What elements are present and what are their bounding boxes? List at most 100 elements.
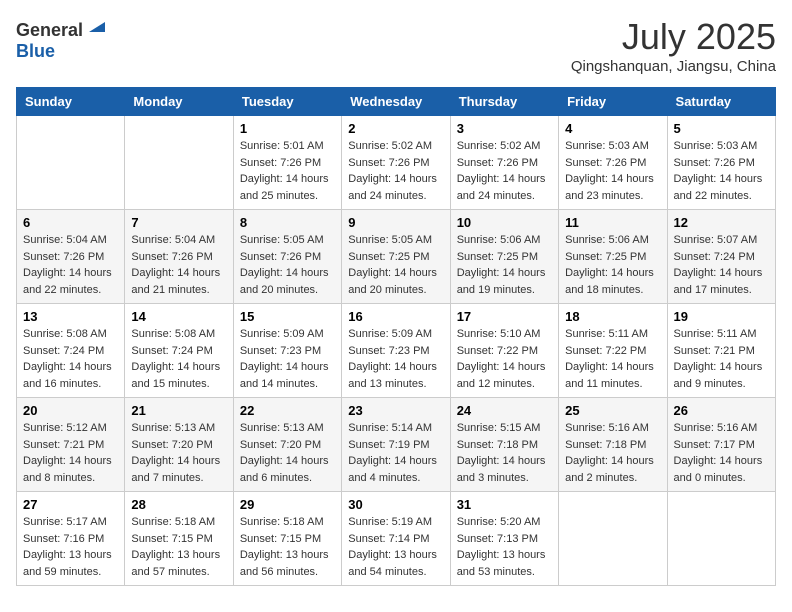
day-number: 31 bbox=[457, 497, 552, 512]
day-number: 29 bbox=[240, 497, 335, 512]
day-info: Sunrise: 5:13 AMSunset: 7:20 PMDaylight:… bbox=[240, 420, 335, 486]
day-number: 6 bbox=[23, 215, 118, 230]
day-number: 8 bbox=[240, 215, 335, 230]
day-info: Sunrise: 5:02 AMSunset: 7:26 PMDaylight:… bbox=[348, 138, 443, 204]
logo-text-general: General bbox=[16, 20, 83, 40]
day-cell: 25Sunrise: 5:16 AMSunset: 7:18 PMDayligh… bbox=[559, 398, 667, 492]
day-info: Sunrise: 5:11 AMSunset: 7:22 PMDaylight:… bbox=[565, 326, 660, 392]
day-cell: 30 Sunrise: 5:19 AMSunset: 7:14 PMDayligh… bbox=[342, 492, 450, 586]
day-cell: 3 Sunrise: 5:02 AMSunset: 7:26 PMDaylight… bbox=[450, 116, 558, 210]
day-info: Sunrise: 5:20 AMSunset: 7:13 PMDaylight:… bbox=[457, 514, 552, 580]
day-info: Sunrise: 5:09 AMSunset: 7:23 PMDaylight:… bbox=[348, 326, 443, 392]
day-number: 10 bbox=[457, 215, 552, 230]
day-number: 19 bbox=[674, 309, 769, 324]
day-cell: 22 Sunrise: 5:13 AMSunset: 7:20 PMDayligh… bbox=[233, 398, 341, 492]
day-cell: 14 Sunrise: 5:08 AMSunset: 7:24 PMDayligh… bbox=[125, 304, 233, 398]
day-number: 15 bbox=[240, 309, 335, 324]
day-cell: 4Sunrise: 5:03 AMSunset: 7:26 PMDaylight… bbox=[559, 116, 667, 210]
day-info: Sunrise: 5:04 AMSunset: 7:26 PMDaylight:… bbox=[131, 232, 226, 298]
day-number: 11 bbox=[565, 215, 660, 230]
day-info: Sunrise: 5:05 AMSunset: 7:26 PMDaylight:… bbox=[240, 232, 335, 298]
day-number: 27 bbox=[23, 497, 118, 512]
day-number: 24 bbox=[457, 403, 552, 418]
day-info: Sunrise: 5:06 AMSunset: 7:25 PMDaylight:… bbox=[565, 232, 660, 298]
day-number: 12 bbox=[674, 215, 769, 230]
day-number: 14 bbox=[131, 309, 226, 324]
day-cell: 11 Sunrise: 5:06 AMSunset: 7:25 PMDayligh… bbox=[559, 210, 667, 304]
day-number: 28 bbox=[131, 497, 226, 512]
day-cell: 28Sunrise: 5:18 AMSunset: 7:15 PMDayligh… bbox=[125, 492, 233, 586]
day-cell: 8 Sunrise: 5:05 AMSunset: 7:26 PMDaylight… bbox=[233, 210, 341, 304]
day-number: 21 bbox=[131, 403, 226, 418]
day-info: Sunrise: 5:03 AMSunset: 7:26 PMDaylight:… bbox=[565, 138, 660, 204]
day-cell: 5 Sunrise: 5:03 AMSunset: 7:26 PMDaylight… bbox=[667, 116, 775, 210]
day-cell: 13 Sunrise: 5:08 AMSunset: 7:24 PMDayligh… bbox=[17, 304, 125, 398]
day-number: 3 bbox=[457, 121, 552, 136]
day-cell: 20Sunrise: 5:12 AMSunset: 7:21 PMDayligh… bbox=[17, 398, 125, 492]
day-cell: 9 Sunrise: 5:05 AMSunset: 7:25 PMDaylight… bbox=[342, 210, 450, 304]
day-info: Sunrise: 5:13 AMSunset: 7:20 PMDaylight:… bbox=[131, 420, 226, 486]
day-info: Sunrise: 5:07 AMSunset: 7:24 PMDaylight:… bbox=[674, 232, 769, 298]
day-number: 7 bbox=[131, 215, 226, 230]
day-cell: 26Sunrise: 5:16 AMSunset: 7:17 PMDayligh… bbox=[667, 398, 775, 492]
day-number: 13 bbox=[23, 309, 118, 324]
day-number: 18 bbox=[565, 309, 660, 324]
day-cell: 12 Sunrise: 5:07 AMSunset: 7:24 PMDayligh… bbox=[667, 210, 775, 304]
day-info: Sunrise: 5:19 AMSunset: 7:14 PMDaylight:… bbox=[348, 514, 443, 580]
day-info: Sunrise: 5:01 AMSunset: 7:26 PMDaylight:… bbox=[240, 138, 335, 204]
day-number: 17 bbox=[457, 309, 552, 324]
day-cell: 17 Sunrise: 5:10 AMSunset: 7:22 PMDayligh… bbox=[450, 304, 558, 398]
weekday-header-thursday: Thursday bbox=[450, 88, 558, 116]
day-info: Sunrise: 5:08 AMSunset: 7:24 PMDaylight:… bbox=[23, 326, 118, 392]
week-row-3: 13 Sunrise: 5:08 AMSunset: 7:24 PMDayligh… bbox=[17, 304, 776, 398]
day-info: Sunrise: 5:14 AMSunset: 7:19 PMDaylight:… bbox=[348, 420, 443, 486]
day-info: Sunrise: 5:16 AMSunset: 7:18 PMDaylight:… bbox=[565, 420, 660, 486]
week-row-1: 1 Sunrise: 5:01 AMSunset: 7:26 PMDaylight… bbox=[17, 116, 776, 210]
day-number: 5 bbox=[674, 121, 769, 136]
day-cell: 23 Sunrise: 5:14 AMSunset: 7:19 PMDayligh… bbox=[342, 398, 450, 492]
weekday-header-tuesday: Tuesday bbox=[233, 88, 341, 116]
day-cell: 18 Sunrise: 5:11 AMSunset: 7:22 PMDayligh… bbox=[559, 304, 667, 398]
day-number: 30 bbox=[348, 497, 443, 512]
day-info: Sunrise: 5:08 AMSunset: 7:24 PMDaylight:… bbox=[131, 326, 226, 392]
week-row-5: 27Sunrise: 5:17 AMSunset: 7:16 PMDayligh… bbox=[17, 492, 776, 586]
day-cell: 7 Sunrise: 5:04 AMSunset: 7:26 PMDaylight… bbox=[125, 210, 233, 304]
day-info: Sunrise: 5:18 AMSunset: 7:15 PMDaylight:… bbox=[240, 514, 335, 580]
day-info: Sunrise: 5:03 AMSunset: 7:26 PMDaylight:… bbox=[674, 138, 769, 204]
day-info: Sunrise: 5:05 AMSunset: 7:25 PMDaylight:… bbox=[348, 232, 443, 298]
logo-text-blue: Blue bbox=[16, 41, 55, 61]
day-number: 16 bbox=[348, 309, 443, 324]
weekday-header-sunday: Sunday bbox=[17, 88, 125, 116]
page-header: General Blue July 2025 Qingshanquan, Jia… bbox=[16, 16, 776, 75]
day-cell: 31 Sunrise: 5:20 AMSunset: 7:13 PMDayligh… bbox=[450, 492, 558, 586]
day-cell: 1 Sunrise: 5:01 AMSunset: 7:26 PMDaylight… bbox=[233, 116, 341, 210]
logo-icon bbox=[85, 16, 105, 36]
week-row-4: 20Sunrise: 5:12 AMSunset: 7:21 PMDayligh… bbox=[17, 398, 776, 492]
day-number: 22 bbox=[240, 403, 335, 418]
week-row-2: 6 Sunrise: 5:04 AMSunset: 7:26 PMDaylight… bbox=[17, 210, 776, 304]
day-cell: 21 Sunrise: 5:13 AMSunset: 7:20 PMDayligh… bbox=[125, 398, 233, 492]
month-title: July 2025 bbox=[571, 16, 776, 58]
day-info: Sunrise: 5:10 AMSunset: 7:22 PMDaylight:… bbox=[457, 326, 552, 392]
day-cell: 27Sunrise: 5:17 AMSunset: 7:16 PMDayligh… bbox=[17, 492, 125, 586]
day-number: 9 bbox=[348, 215, 443, 230]
day-info: Sunrise: 5:04 AMSunset: 7:26 PMDaylight:… bbox=[23, 232, 118, 298]
day-info: Sunrise: 5:15 AMSunset: 7:18 PMDaylight:… bbox=[457, 420, 552, 486]
day-cell: 19Sunrise: 5:11 AMSunset: 7:21 PMDayligh… bbox=[667, 304, 775, 398]
weekday-header-row: SundayMondayTuesdayWednesdayThursdayFrid… bbox=[17, 88, 776, 116]
weekday-header-wednesday: Wednesday bbox=[342, 88, 450, 116]
day-cell bbox=[125, 116, 233, 210]
day-number: 23 bbox=[348, 403, 443, 418]
day-cell: 24 Sunrise: 5:15 AMSunset: 7:18 PMDayligh… bbox=[450, 398, 558, 492]
day-info: Sunrise: 5:12 AMSunset: 7:21 PMDaylight:… bbox=[23, 420, 118, 486]
weekday-header-monday: Monday bbox=[125, 88, 233, 116]
day-number: 1 bbox=[240, 121, 335, 136]
day-cell bbox=[559, 492, 667, 586]
day-info: Sunrise: 5:02 AMSunset: 7:26 PMDaylight:… bbox=[457, 138, 552, 204]
day-number: 2 bbox=[348, 121, 443, 136]
calendar-table: SundayMondayTuesdayWednesdayThursdayFrid… bbox=[16, 87, 776, 586]
day-cell: 2 Sunrise: 5:02 AMSunset: 7:26 PMDaylight… bbox=[342, 116, 450, 210]
title-block: July 2025 Qingshanquan, Jiangsu, China bbox=[571, 16, 776, 75]
weekday-header-friday: Friday bbox=[559, 88, 667, 116]
day-info: Sunrise: 5:06 AMSunset: 7:25 PMDaylight:… bbox=[457, 232, 552, 298]
